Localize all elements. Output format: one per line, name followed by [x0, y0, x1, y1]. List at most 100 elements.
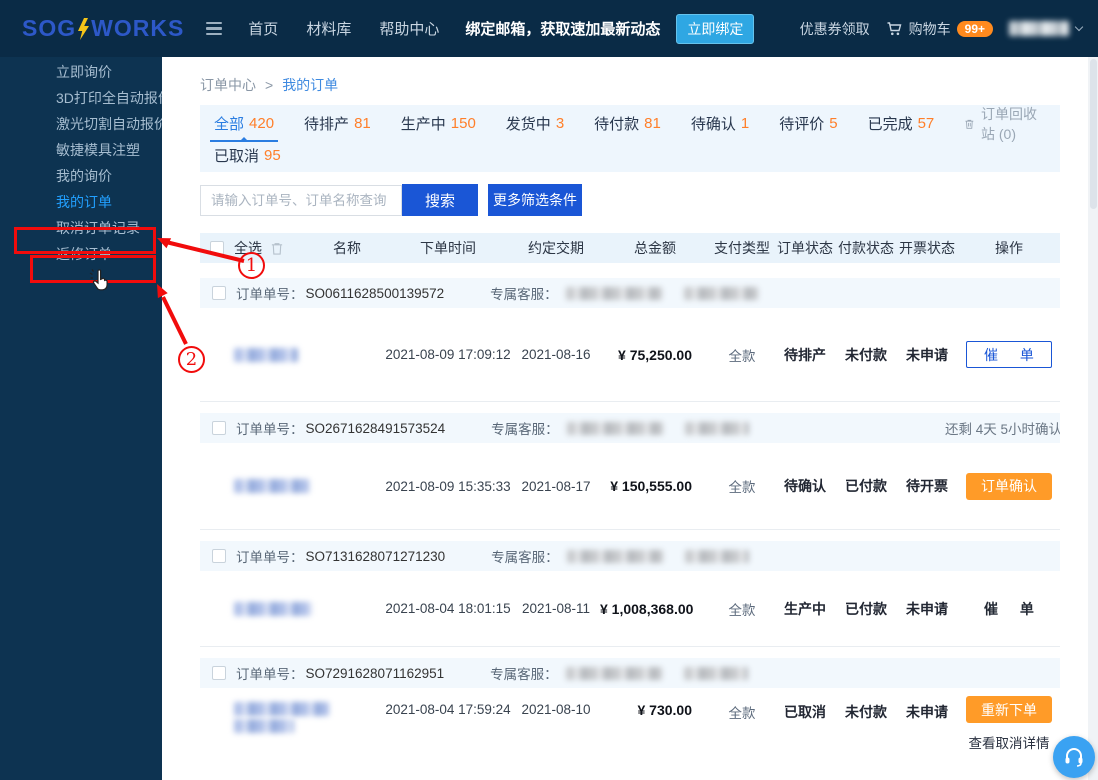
sidebar-item-laser-cut-quote[interactable]: 激光切割自动报价 [0, 111, 162, 137]
order-checkbox[interactable] [212, 549, 226, 563]
order-name-redacted [234, 702, 329, 733]
breadcrumb-current[interactable]: 我的订单 [282, 75, 338, 95]
user-menu[interactable] [1009, 21, 1082, 36]
order-recycle-bin[interactable]: 订单回收站 (0) [964, 104, 1046, 144]
col-delivery-date: 约定交期 [512, 238, 600, 258]
order-time: 2021-08-09 15:35:33 [384, 479, 512, 494]
scrollbar-thumb[interactable] [1090, 59, 1097, 209]
tab-shipping[interactable]: 发货中3 [506, 105, 564, 142]
order-number: SO2671628491573524 [306, 421, 446, 436]
tab-pending-schedule[interactable]: 待排产81 [304, 105, 371, 142]
total-amount: ¥ 1,008,368.00 [600, 601, 710, 617]
view-cancel-details-link[interactable]: 查看取消详情 [969, 732, 1050, 752]
customer-service-button[interactable] [1053, 736, 1095, 778]
invoice-status: 未申请 [896, 345, 958, 365]
tab-pending-review[interactable]: 待评价5 [779, 105, 837, 142]
cs-name-redacted [566, 667, 662, 680]
order-time: 2021-08-09 17:09:12 [384, 347, 512, 362]
navbar-right: 优惠券领取 购物车 99+ [800, 19, 1098, 39]
breadcrumb-parent[interactable]: 订单中心 [200, 75, 256, 95]
page-scrollbar[interactable] [1088, 57, 1098, 780]
tab-pending-payment[interactable]: 待付款81 [594, 105, 661, 142]
order-status: 待排产 [774, 345, 836, 365]
more-filters-button[interactable]: 更多筛选条件 [488, 184, 582, 216]
sidebar-item-agile-mold[interactable]: 敏捷模具注塑 [0, 137, 162, 163]
tab-pending-confirm[interactable]: 待确认1 [691, 105, 749, 142]
order-header: 订单单号： SO0611628500139572 专属客服： [200, 278, 1060, 308]
pay-status: 已付款 [836, 476, 896, 496]
sidebar: 询价中心 立即询价 3D打印全自动报价 激光切割自动报价 敏捷模具注塑 我的询价… [0, 57, 162, 780]
pay-status: 未付款 [836, 345, 896, 365]
nav-home[interactable]: 首页 [248, 18, 278, 39]
coupon-claim-link[interactable]: 优惠券领取 [800, 19, 870, 39]
username-redacted [1009, 21, 1069, 36]
order-row: 订单单号： SO7291628071162951 专属客服： 2021-08-0… [200, 658, 1060, 780]
total-amount: ¥ 730.00 [600, 702, 710, 718]
order-status: 生产中 [774, 599, 836, 619]
order-time: 2021-08-04 17:59:24 [384, 702, 512, 717]
order-name-redacted [234, 479, 310, 493]
search-input[interactable] [200, 185, 402, 216]
select-all-label: 全选 [234, 238, 262, 258]
order-name-redacted [234, 602, 312, 616]
sidebar-item-repair-orders[interactable]: 返修订单 [0, 241, 162, 267]
tab-cancelled[interactable]: 已取消95 [214, 142, 281, 169]
tab-in-production[interactable]: 生产中150 [401, 105, 476, 142]
pay-type: 全款 [710, 345, 774, 365]
cs-name-redacted [566, 287, 662, 300]
invoice-status: 未申请 [896, 702, 958, 722]
col-pay-status: 付款状态 [836, 238, 896, 258]
nav-material-library[interactable]: 材料库 [306, 18, 351, 39]
order-time: 2021-08-04 18:01:15 [384, 601, 512, 616]
pay-type: 全款 [710, 599, 774, 619]
order-header: 订单单号： SO7291628071162951 专属客服： [200, 658, 1060, 688]
breadcrumb-separator: > [265, 77, 273, 93]
bind-now-button[interactable]: 立即绑定 [676, 14, 754, 44]
main-content: 订单中心 > 我的订单 全部420 待排产81 生产中150 发货中3 待付款8… [162, 57, 1098, 780]
reorder-button[interactable]: 重新下单 [966, 696, 1052, 723]
trash-icon[interactable] [270, 241, 284, 256]
sidebar-item-3d-print-quote[interactable]: 3D打印全自动报价 [0, 85, 162, 111]
search-button[interactable]: 搜索 [402, 184, 478, 216]
order-number: SO7291628071162951 [306, 666, 445, 681]
tab-completed[interactable]: 已完成57 [868, 105, 935, 142]
col-name: 名称 [310, 238, 384, 258]
cart-link[interactable]: 购物车 99+ [886, 19, 993, 39]
cart-count-badge: 99+ [957, 21, 993, 37]
logo[interactable]: SOG WORKS [22, 15, 184, 42]
order-checkbox[interactable] [212, 666, 226, 680]
cart-icon [886, 21, 903, 37]
sidebar-item-my-inquiries[interactable]: 我的询价 [0, 163, 162, 189]
select-all-checkbox[interactable] [210, 241, 224, 255]
order-checkbox[interactable] [212, 421, 226, 435]
cs-contact-redacted [684, 667, 748, 680]
top-navbar: SOG WORKS 首页 材料库 帮助中心 绑定邮箱，获取速加最新动态 立即绑定… [0, 0, 1098, 57]
chevron-down-icon [1075, 23, 1083, 31]
menu-hamburger-icon[interactable] [206, 22, 222, 36]
search-bar: 搜索 更多筛选条件 [200, 184, 1060, 216]
sidebar-item-inquire-now[interactable]: 立即询价 [0, 59, 162, 85]
order-status: 待确认 [774, 476, 836, 496]
urge-order-link[interactable]: 催 单 [984, 599, 1034, 619]
nav-help-center[interactable]: 帮助中心 [379, 18, 439, 39]
invoice-status: 待开票 [896, 476, 958, 496]
col-order-time: 下单时间 [384, 238, 512, 258]
trash-icon [964, 116, 975, 132]
confirm-order-button[interactable]: 订单确认 [966, 473, 1052, 500]
order-checkbox[interactable] [212, 286, 226, 300]
sidebar-item-my-orders[interactable]: 我的订单 [0, 189, 162, 215]
order-number: SO0611628500139572 [306, 286, 445, 301]
pay-type: 全款 [710, 702, 774, 722]
urge-order-button[interactable]: 催 单 [966, 341, 1052, 368]
col-order-status: 订单状态 [774, 238, 836, 258]
delivery-date: 2021-08-10 [512, 702, 600, 717]
cs-name-redacted [567, 550, 663, 563]
cs-contact-redacted [685, 550, 749, 563]
sidebar-item-cancelled-order-records[interactable]: 取消订单记录 [0, 215, 162, 241]
col-total-amount: 总金额 [600, 238, 710, 258]
invoice-status: 未申请 [896, 599, 958, 619]
status-tabs: 全部420 待排产81 生产中150 发货中3 待付款81 待确认1 待评价5 … [200, 105, 1060, 172]
cs-contact-redacted [685, 422, 749, 435]
tab-all[interactable]: 全部420 [214, 105, 274, 142]
lightning-bolt-icon [77, 18, 90, 40]
